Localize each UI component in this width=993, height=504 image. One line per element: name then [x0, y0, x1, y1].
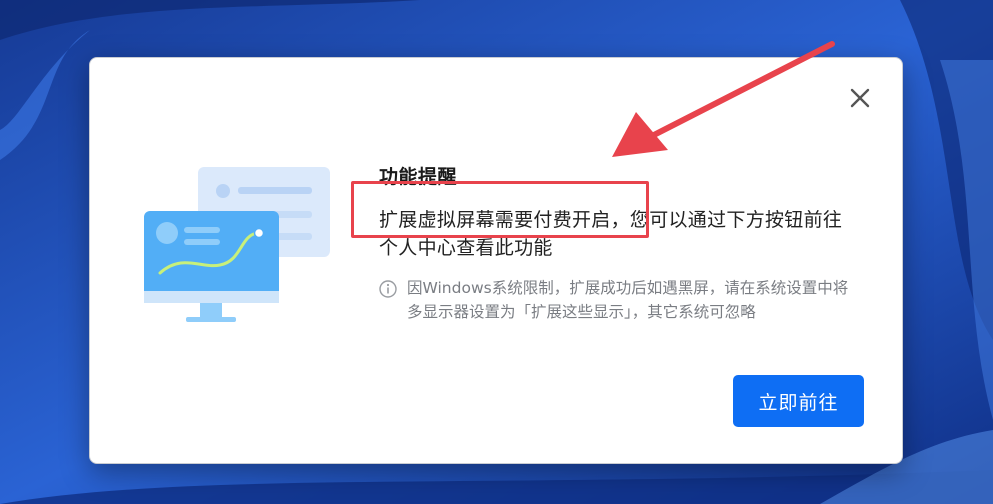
windows-note: 因Windows系统限制，扩展成功后如遇黑屏，请在系统设置中将多显示器设置为「扩…: [379, 276, 849, 324]
go-now-button[interactable]: 立即前往: [733, 375, 864, 427]
feature-reminder-dialog: 功能提醒 扩展虚拟屏幕需要付费开启，您可以通过下方按钮前往个人中心查看此功能 因…: [89, 57, 903, 464]
monitor-illustration: [144, 167, 330, 322]
close-button[interactable]: [848, 86, 872, 110]
close-icon: [850, 88, 870, 108]
note-text: 因Windows系统限制，扩展成功后如遇黑屏，请在系统设置中将多显示器设置为「扩…: [407, 279, 849, 321]
annotation-highlight-box: [351, 181, 649, 238]
info-icon: [379, 280, 397, 298]
